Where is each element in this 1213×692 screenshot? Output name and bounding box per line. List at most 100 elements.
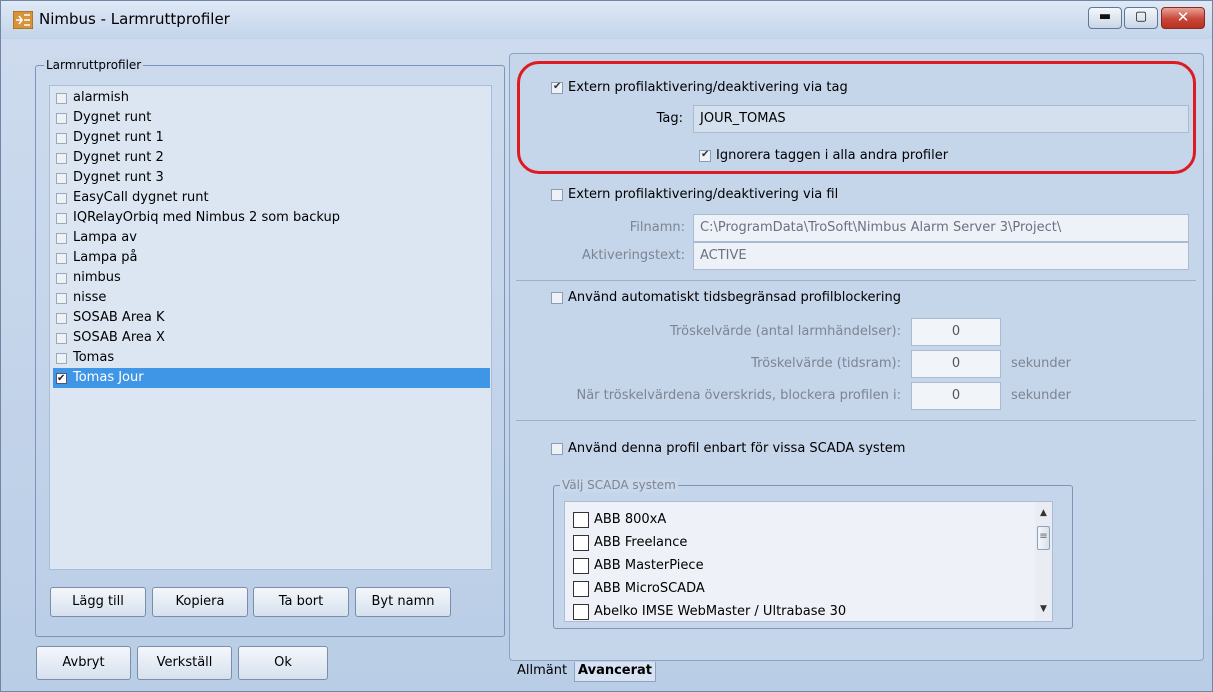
profile-checkbox[interactable] bbox=[56, 273, 67, 284]
checkbox-icon bbox=[551, 189, 563, 201]
list-item[interactable]: ABB Freelance bbox=[573, 534, 687, 552]
list-item[interactable]: Abelko IMSE WebMaster / Ultrabase 30 bbox=[573, 603, 846, 621]
profile-label: Lampa av bbox=[73, 230, 137, 245]
profile-checkbox[interactable] bbox=[56, 353, 67, 364]
activation-text-input[interactable]: ACTIVE bbox=[693, 242, 1189, 270]
profile-checkbox[interactable] bbox=[56, 193, 67, 204]
list-item[interactable]: ABB 800xA bbox=[573, 511, 666, 529]
list-item[interactable]: alarmish bbox=[53, 88, 490, 108]
scada-checkbox[interactable] bbox=[573, 604, 589, 620]
profile-label: Tomas bbox=[73, 350, 115, 365]
profile-checkbox[interactable] bbox=[56, 153, 67, 164]
list-item[interactable]: Lampa på bbox=[53, 248, 490, 268]
scada-label: ABB 800xA bbox=[594, 512, 667, 527]
rename-profile-button[interactable]: Byt namn bbox=[355, 587, 451, 617]
close-icon: ✕ bbox=[1176, 8, 1190, 26]
threshold-events-label: Tröskelvärde (antal larmhändelser): bbox=[670, 324, 901, 339]
profile-checkbox[interactable] bbox=[56, 333, 67, 344]
file-activation-checkbox[interactable]: Extern profilaktivering/deaktivering via… bbox=[551, 187, 838, 203]
list-item[interactable]: nisse bbox=[53, 288, 490, 308]
scada-checkbox[interactable] bbox=[573, 535, 589, 551]
profile-label: SOSAB Area K bbox=[73, 310, 165, 325]
copy-profile-button[interactable]: Kopiera bbox=[152, 587, 248, 617]
profile-label: Lampa på bbox=[73, 250, 138, 265]
apply-button[interactable]: Verkställ bbox=[137, 646, 232, 680]
profile-label: alarmish bbox=[73, 90, 129, 105]
list-item[interactable]: nimbus bbox=[53, 268, 490, 288]
remove-profile-button[interactable]: Ta bort bbox=[253, 587, 349, 617]
app-icon bbox=[13, 11, 33, 29]
profiles-group-title: Larmruttprofiler bbox=[44, 58, 144, 72]
profile-checkbox[interactable] bbox=[56, 253, 67, 264]
list-item[interactable]: SOSAB Area X bbox=[53, 328, 490, 348]
window-title: Nimbus - Larmruttprofiler bbox=[39, 10, 230, 28]
tab-general[interactable]: Allmänt bbox=[514, 662, 570, 682]
filename-label: Filnamn: bbox=[629, 220, 685, 235]
list-item[interactable]: ABB MasterPiece bbox=[573, 557, 704, 575]
profile-label: EasyCall dygnet runt bbox=[73, 190, 209, 205]
profile-checkbox[interactable] bbox=[56, 293, 67, 304]
ok-button[interactable]: Ok bbox=[238, 646, 328, 680]
profile-checkbox[interactable] bbox=[56, 213, 67, 224]
cancel-button[interactable]: Avbryt bbox=[36, 646, 131, 680]
profile-label: Dygnet runt 3 bbox=[73, 170, 164, 185]
section-divider bbox=[516, 280, 1196, 281]
checkbox-icon bbox=[551, 443, 563, 455]
profile-checkbox[interactable] bbox=[56, 313, 67, 324]
tab-advanced[interactable]: Avancerat bbox=[574, 662, 657, 682]
list-item[interactable]: ABB MicroSCADA bbox=[573, 580, 705, 598]
profile-checkbox[interactable] bbox=[56, 233, 67, 244]
list-item[interactable]: SOSAB Area K bbox=[53, 308, 490, 328]
scroll-thumb[interactable]: ≡ bbox=[1037, 526, 1050, 550]
scada-only-checkbox[interactable]: Använd denna profil enbart för vissa SCA… bbox=[551, 441, 905, 457]
list-item[interactable]: Dygnet runt 1 bbox=[53, 128, 490, 148]
list-item[interactable]: Lampa av bbox=[53, 228, 490, 248]
profile-checkbox[interactable] bbox=[56, 133, 67, 144]
scada-label: ABB MicroSCADA bbox=[594, 581, 705, 596]
threshold-events-input[interactable]: 0 bbox=[911, 318, 1001, 346]
list-item[interactable]: Dygnet runt bbox=[53, 108, 490, 128]
list-item-selected[interactable]: Tomas Jour bbox=[53, 368, 490, 389]
add-profile-button[interactable]: Lägg till bbox=[50, 587, 146, 617]
block-duration-input[interactable]: 0 bbox=[911, 382, 1001, 410]
profile-label: Dygnet runt 1 bbox=[73, 130, 164, 145]
scada-checkbox[interactable] bbox=[573, 558, 589, 574]
auto-block-checkbox[interactable]: Använd automatiskt tidsbegränsad profilb… bbox=[551, 290, 901, 306]
profile-checkbox[interactable] bbox=[56, 173, 67, 184]
scada-label: ABB MasterPiece bbox=[594, 558, 704, 573]
scada-label: Abelko IMSE WebMaster / Ultrabase 30 bbox=[594, 604, 847, 619]
list-item[interactable]: Dygnet runt 3 bbox=[53, 168, 490, 188]
list-item[interactable]: EasyCall dygnet runt bbox=[53, 188, 490, 208]
close-button[interactable]: ✕ bbox=[1161, 7, 1205, 29]
block-duration-unit: sekunder bbox=[1011, 388, 1071, 403]
scada-checkbox[interactable] bbox=[573, 581, 589, 597]
scroll-up-icon[interactable]: ▲ bbox=[1035, 505, 1052, 522]
profiles-listbox[interactable]: alarmish Dygnet runt Dygnet runt 1 Dygne… bbox=[49, 85, 492, 570]
scada-only-label: Använd denna profil enbart för vissa SCA… bbox=[568, 441, 906, 456]
profile-checkbox-checked[interactable] bbox=[56, 369, 67, 389]
filename-input[interactable]: C:\ProgramData\TroSoft\Nimbus Alarm Serv… bbox=[693, 214, 1189, 242]
scada-scrollbar[interactable]: ▲ ≡ ▼ bbox=[1035, 502, 1052, 621]
list-item[interactable]: Tomas bbox=[53, 348, 490, 368]
profile-label: Dygnet runt 2 bbox=[73, 150, 164, 165]
threshold-time-input[interactable]: 0 bbox=[911, 350, 1001, 378]
maximize-button[interactable]: ▢ bbox=[1124, 7, 1158, 29]
profile-label: Tomas Jour bbox=[73, 370, 144, 385]
profile-checkbox[interactable] bbox=[56, 113, 67, 124]
title-bar: Nimbus - Larmruttprofiler ▬ ▢ ✕ bbox=[1, 1, 1212, 39]
scada-listbox[interactable]: ABB 800xA ABB Freelance ABB MasterPiece … bbox=[564, 501, 1053, 622]
list-item[interactable]: IQRelayOrbiq med Nimbus 2 som backup bbox=[53, 208, 490, 228]
profile-checkbox[interactable] bbox=[56, 93, 67, 104]
list-item[interactable]: Dygnet runt 2 bbox=[53, 148, 490, 168]
file-activation-label: Extern profilaktivering/deaktivering via… bbox=[568, 187, 839, 202]
scada-checkbox[interactable] bbox=[573, 512, 589, 528]
scroll-down-icon[interactable]: ▼ bbox=[1035, 601, 1052, 618]
auto-block-label: Använd automatiskt tidsbegränsad profilb… bbox=[568, 290, 901, 305]
section-divider bbox=[516, 420, 1196, 421]
minimize-button[interactable]: ▬ bbox=[1088, 7, 1122, 29]
profile-label: IQRelayOrbiq med Nimbus 2 som backup bbox=[73, 210, 340, 225]
checkbox-icon bbox=[551, 292, 563, 304]
profile-label: nimbus bbox=[73, 270, 121, 285]
main-window: Nimbus - Larmruttprofiler ▬ ▢ ✕ Larmrutt… bbox=[0, 0, 1213, 692]
activation-text-label: Aktiveringstext: bbox=[581, 248, 685, 263]
